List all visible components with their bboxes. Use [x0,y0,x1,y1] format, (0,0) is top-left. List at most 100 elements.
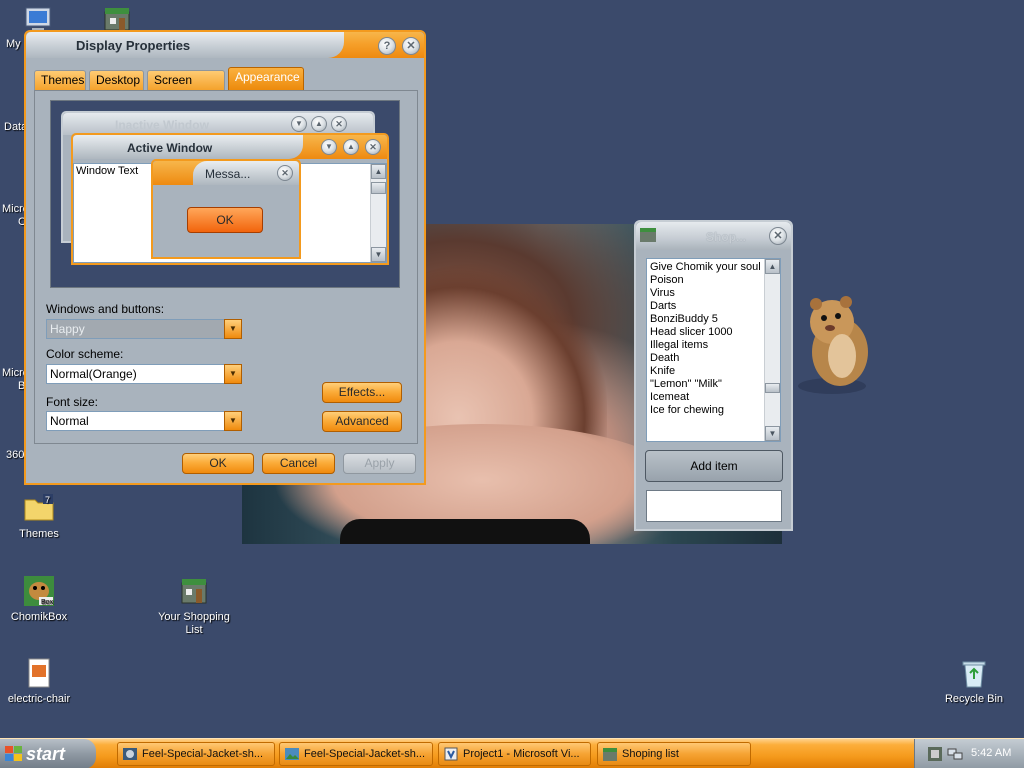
recycle-bin-icon [962,661,986,688]
image-icon [285,748,299,760]
item-input[interactable] [646,490,782,522]
effects-button[interactable]: Effects... [322,382,402,403]
system-tray: 5:42 AM [914,739,1024,768]
font-size-label: Font size: [46,395,99,409]
font-size-value: Normal [50,414,89,428]
shop-titlebar[interactable]: Shop... ✕ [636,222,791,250]
document-icon [28,658,50,688]
tab-desktop[interactable]: Desktop [89,70,144,90]
maximize-icon: ▲ [311,116,327,132]
add-item-button[interactable]: Add item [645,450,783,482]
list-item[interactable]: Illegal items [650,339,777,352]
close-icon: ✕ [277,165,293,181]
message-ok-button: OK [187,207,263,233]
scroll-up-arrow[interactable]: ▲ [765,259,780,274]
message-box-preview: Messa... ✕ OK [151,159,301,259]
close-icon: ✕ [365,139,381,155]
minimize-icon: ▼ [291,116,307,132]
shop-item-list[interactable]: Give Chomik your soul Poison Virus Darts… [646,258,781,442]
desktop-icon-electric-chair[interactable]: electric-chair [1,657,77,706]
display-properties-window[interactable]: Display Properties ? ✕ Themes Desktop Sc… [24,30,426,485]
desktop-icon-label: My [6,38,21,50]
tray-app-icon[interactable] [927,746,943,762]
list-item[interactable]: Death [650,352,777,365]
font-size-select[interactable]: Normal ▼ [46,411,242,431]
list-item[interactable]: "Lemon" "Milk" [650,378,777,391]
shop-icon [603,748,617,761]
windows-logo-icon [5,746,22,761]
desktop-icon-recycle-bin[interactable]: Recycle Bin [936,657,1012,706]
list-item[interactable]: Knife [650,365,777,378]
taskbar-button-shoping-list[interactable]: Shoping list [597,742,751,766]
desktop-icon-label: Recycle Bin [944,693,1004,705]
scroll-thumb[interactable] [765,383,780,393]
desktop-icon-chomikbox[interactable]: Box ChomikBox [1,575,77,624]
chevron-down-icon[interactable]: ▼ [224,319,242,339]
window-title: Display Properties [76,38,191,53]
start-label: start [26,744,66,764]
windows-buttons-label: Windows and buttons: [46,302,165,316]
shop-window[interactable]: Shop... ✕ Give Chomik your soul Poison V… [634,220,793,531]
folder-icon: 7 [24,494,54,521]
shop-icon [181,579,207,604]
color-scheme-select[interactable]: Normal(Orange) ▼ [46,364,242,384]
minimize-icon: ▼ [321,139,337,155]
color-scheme-value: Normal(Orange) [50,367,137,381]
close-icon[interactable]: ✕ [402,37,420,55]
scroll-down-arrow[interactable]: ▼ [765,426,780,441]
windows-buttons-value: Happy [50,322,85,336]
desktop-icon-label[interactable]: 360 [6,449,24,461]
desktop-icon-label: ChomikBox [10,611,68,623]
windows-buttons-select[interactable]: Happy ▼ [46,319,242,339]
app-icon [123,748,137,760]
desktop-icon-label: electric-chair [7,693,71,705]
tab-screen-saver[interactable]: Screen Saver [147,70,225,105]
chevron-down-icon[interactable]: ▼ [224,411,242,431]
taskbar-button-project1[interactable]: Project1 - Microsoft Vi... [438,742,591,766]
shop-title: Shop... [706,230,746,244]
list-item[interactable]: Darts [650,300,777,313]
apply-button[interactable]: Apply [343,453,416,474]
active-window-title: Active Window [127,141,213,155]
chevron-down-icon[interactable]: ▼ [224,364,242,384]
shop-icon [640,228,656,242]
tab-appearance[interactable]: Appearance [228,67,304,90]
list-item[interactable]: Ice for chewing [650,404,777,417]
help-icon[interactable]: ? [378,37,396,55]
taskbar-button-feel-special-2[interactable]: Feel-Special-Jacket-sh... [279,742,433,766]
clock[interactable]: 5:42 AM [971,747,1011,759]
scrollbar[interactable]: ▲ ▼ [764,259,780,441]
visual-basic-icon [444,747,458,761]
shop-icon[interactable] [102,6,132,32]
close-icon: ✕ [331,116,347,132]
window-text: Window Text [76,165,139,177]
network-icon[interactable] [947,746,963,762]
start-button[interactable]: start [0,739,96,768]
desktop-icon-themes[interactable]: 7 Themes [1,492,77,541]
message-box-title: Messa... [205,167,251,181]
desktop-icon-label: Themes [19,528,59,540]
ok-button[interactable]: OK [182,453,254,474]
cancel-button[interactable]: Cancel [262,453,335,474]
list-item[interactable]: Give Chomik your soul [650,261,777,274]
tab-strip: Themes Desktop Screen Saver Appearance [34,67,414,105]
scrollbar: ▲ ▼ [370,164,386,262]
list-item[interactable]: BonziBuddy 5 [650,313,777,326]
hamster-icon: Box [24,576,54,606]
display-properties-titlebar[interactable]: Display Properties ? ✕ [26,32,424,58]
svg-text:Box: Box [41,599,54,606]
tab-themes[interactable]: Themes [34,70,86,90]
list-item[interactable]: Virus [650,287,777,300]
list-item[interactable]: Icemeat [650,391,777,404]
inactive-window-title: Inactive Window [115,118,209,132]
desktop-icon-shopping-list[interactable]: Your Shopping List [156,575,232,637]
color-scheme-label: Color scheme: [46,347,124,361]
close-icon[interactable]: ✕ [769,227,787,245]
list-item[interactable]: Head slicer 1000 [650,326,777,339]
svg-text:7: 7 [45,495,50,505]
maximize-icon: ▲ [343,139,359,155]
hamster-mascot[interactable] [796,292,878,400]
advanced-button[interactable]: Advanced [322,411,402,432]
taskbar-button-feel-special-1[interactable]: Feel-Special-Jacket-sh... [117,742,275,766]
list-item[interactable]: Poison [650,274,777,287]
